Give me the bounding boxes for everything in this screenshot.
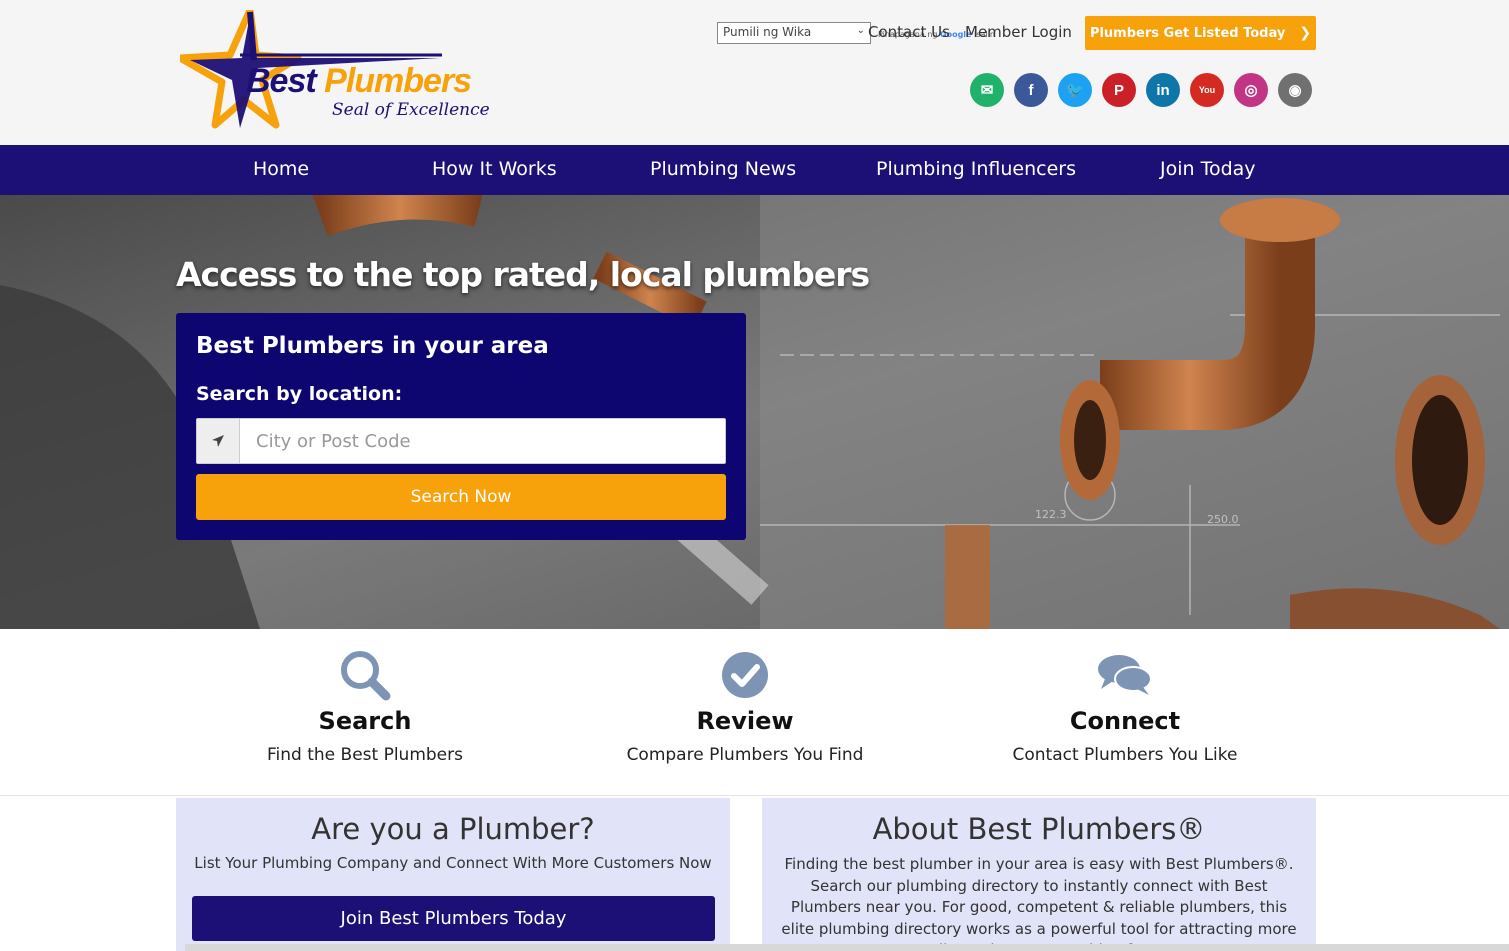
nav-item-join-today[interactable]: Join Today (1160, 158, 1256, 180)
instagram-icon[interactable]: ◎ (1234, 73, 1268, 107)
about-panel-text: Finding the best plumber in your area is… (781, 855, 1297, 951)
main-nav: Home How It Works Plumbing News Plumbing… (0, 145, 1509, 195)
navigation-arrow-svg (212, 435, 224, 447)
chat-bubbles-icon (935, 647, 1315, 703)
location-search-input[interactable] (242, 419, 722, 463)
contact-us-link[interactable]: Contact Us (868, 23, 950, 41)
blueprint-dimension-2: 250.0 (1207, 513, 1239, 526)
horizontal-scrollbar[interactable] (185, 944, 1509, 951)
site-header: Best Plumbers Seal of Excellence Pumili … (0, 0, 1509, 145)
nav-item-how-it-works[interactable]: How It Works (432, 158, 557, 180)
rss-icon[interactable]: ◉ (1278, 73, 1312, 107)
chevron-right-icon: ❯ (1299, 25, 1312, 41)
brand-best: Best (246, 62, 325, 100)
join-best-plumbers-button[interactable]: Join Best Plumbers Today (192, 896, 715, 941)
search-location-label: Search by location: (196, 383, 403, 405)
brand-plumbers: Plumbers (324, 62, 472, 100)
about-panel-title: About Best Plumbers® (872, 812, 1206, 846)
feature-review-title: Review (696, 707, 794, 735)
nav-item-plumbing-news[interactable]: Plumbing News (650, 158, 796, 180)
nav-item-plumbing-influencers[interactable]: Plumbing Influencers (876, 158, 1076, 180)
get-listed-label: Plumbers Get Listed Today (1089, 25, 1286, 41)
social-links: ✉ f 🐦 Pin You ◎ ◉ (970, 73, 1322, 107)
feature-review: Review Compare Plumbers You Find (555, 647, 935, 765)
hero-title: Access to the top rated, local plumbers (176, 255, 870, 294)
twitter-icon[interactable]: 🐦 (1058, 73, 1092, 107)
blueprint-dimension-1: 122.3 (1035, 508, 1067, 521)
features-section: Search Find the Best Plumbers Review Com… (0, 629, 1509, 796)
plumber-panel-subtitle: List Your Plumbing Company and Connect W… (194, 854, 712, 872)
brand-name: Best Plumbers (246, 62, 472, 101)
magnifier-svg (341, 651, 391, 701)
search-card: Best Plumbers in your area Search by loc… (176, 313, 746, 540)
about-panel: About Best Plumbers® Finding the best pl… (762, 798, 1316, 951)
feature-connect-title: Connect (1069, 707, 1181, 735)
feature-search-title: Search (318, 707, 412, 735)
search-now-button[interactable]: Search Now (196, 474, 726, 520)
chevron-down-icon: ⌄ (856, 25, 865, 36)
plumber-signup-panel: Are you a Plumber? List Your Plumbing Co… (176, 798, 730, 951)
location-arrow-icon[interactable] (197, 419, 240, 463)
language-select[interactable]: Pumili ng Wika ⌄ (717, 22, 871, 44)
search-card-title: Best Plumbers in your area (196, 333, 549, 359)
plumber-panel-title: Are you a Plumber? (311, 812, 595, 846)
feature-search-subtitle: Find the Best Plumbers (267, 745, 463, 765)
linkedin-icon[interactable]: in (1146, 73, 1180, 107)
chat-bubbles-svg (1098, 655, 1152, 695)
brand-tagline: Seal of Excellence (332, 100, 490, 120)
check-circle-icon (555, 647, 935, 703)
nav-item-home[interactable]: Home (253, 158, 309, 180)
hero-section: 122.3 250.0 Access to the top rated, loc… (0, 195, 1509, 629)
feature-connect: Connect Contact Plumbers You Like (935, 647, 1315, 765)
facebook-icon[interactable]: f (1014, 73, 1048, 107)
pinterest-icon[interactable]: P (1102, 73, 1136, 107)
member-login-link[interactable]: Member Login (965, 23, 1072, 41)
location-search-box (196, 418, 726, 464)
feature-review-subtitle: Compare Plumbers You Find (626, 745, 864, 765)
envelope-icon[interactable]: ✉ (970, 73, 1004, 107)
youtube-icon[interactable]: You (1190, 73, 1224, 107)
check-circle-svg (722, 652, 768, 698)
feature-search: Search Find the Best Plumbers (175, 647, 555, 765)
magnifier-icon (175, 647, 555, 703)
get-listed-button[interactable]: Plumbers Get Listed Today ❯ (1085, 16, 1316, 50)
language-select-value: Pumili ng Wika (723, 25, 812, 39)
feature-connect-subtitle: Contact Plumbers You Like (1012, 745, 1238, 765)
site-logo[interactable]: Best Plumbers Seal of Excellence (176, 6, 500, 135)
